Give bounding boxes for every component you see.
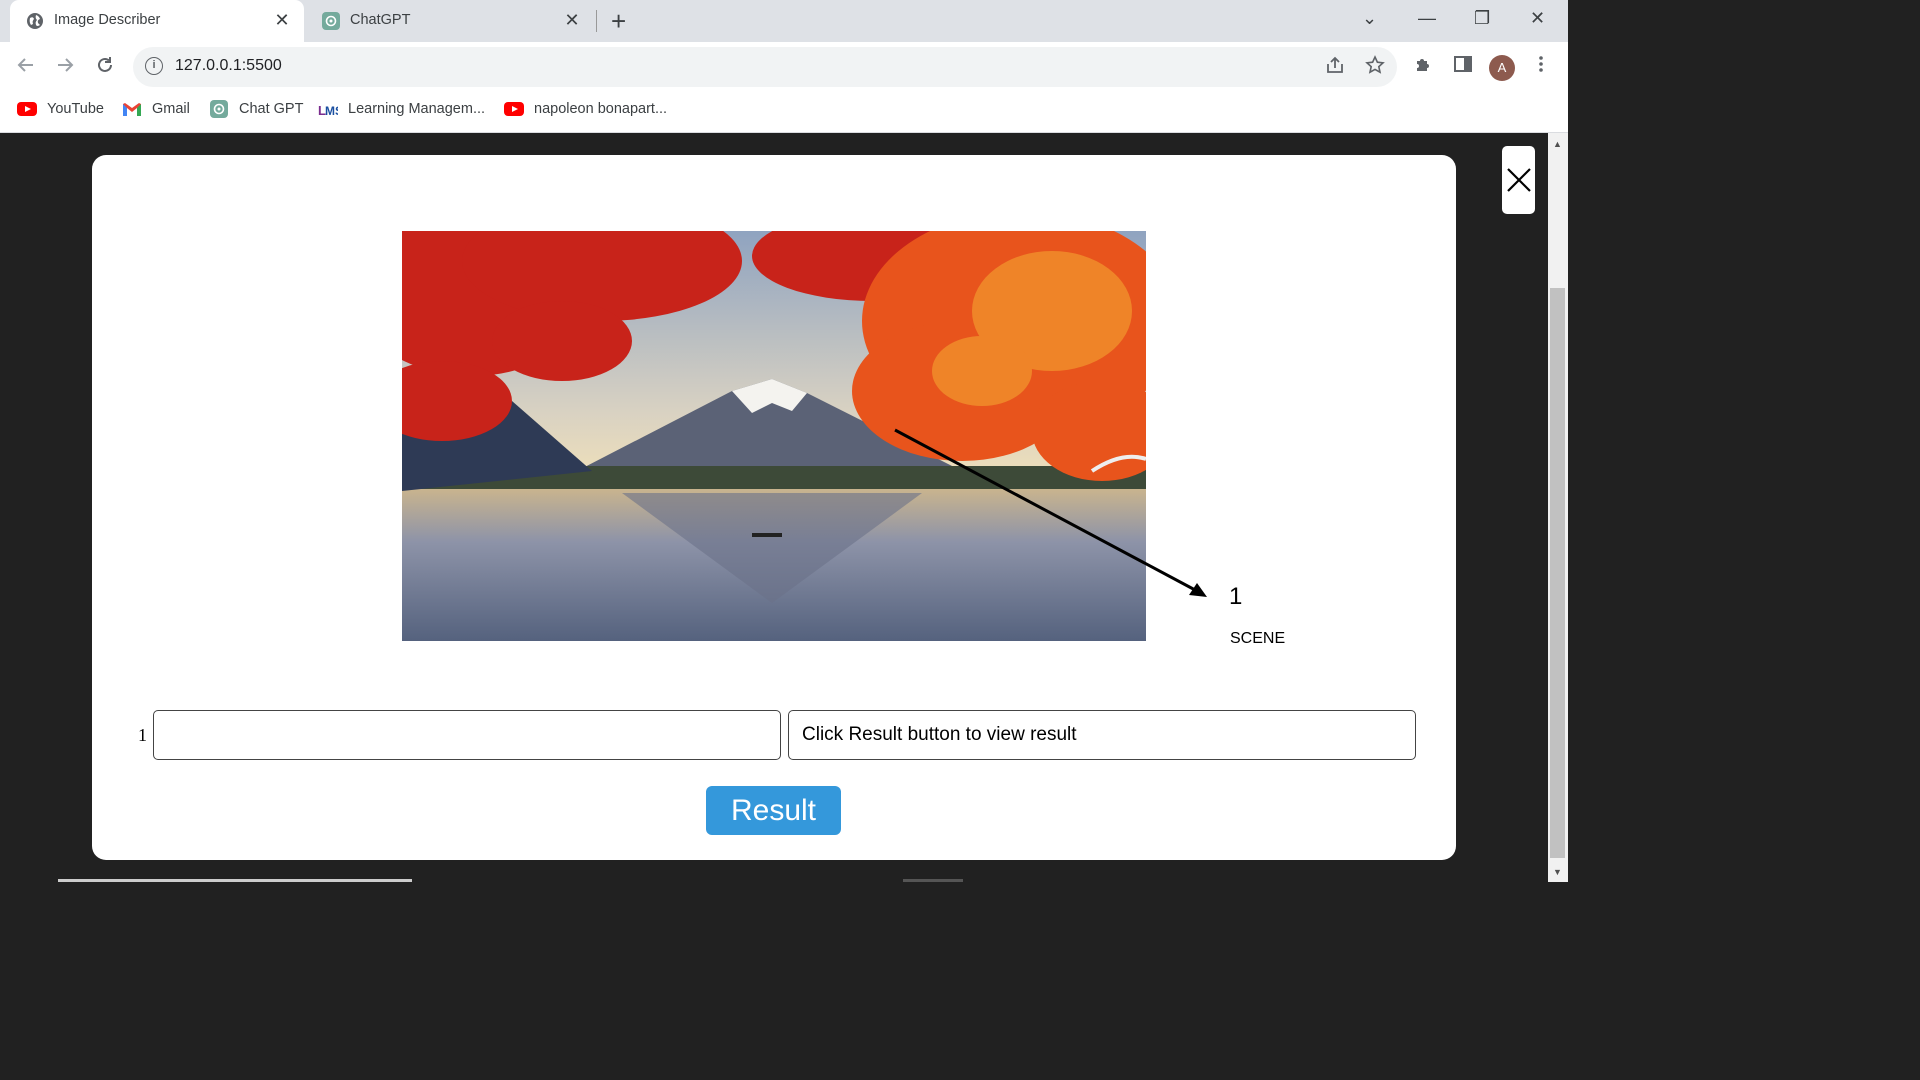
profile-avatar[interactable]: A: [1489, 55, 1515, 81]
bookmark-label: Learning Managem...: [348, 101, 486, 117]
openai-icon: [209, 100, 229, 118]
tab-separator: [596, 10, 597, 32]
new-tab-icon[interactable]: +: [611, 6, 626, 37]
window-close-icon[interactable]: ✕: [1530, 8, 1545, 29]
description-input[interactable]: [153, 710, 781, 760]
close-modal-button[interactable]: [1502, 146, 1535, 214]
gmail-icon: [122, 101, 142, 117]
bookmark-label: Chat GPT: [239, 101, 304, 117]
restore-icon[interactable]: ❐: [1474, 8, 1490, 29]
bookmark-napoleon[interactable]: napoleon bonapart...: [504, 101, 667, 117]
bottom-edge-bar: [58, 879, 412, 882]
browser-toolbar: i 127.0.0.1:5500: [0, 42, 1568, 92]
scroll-down-icon[interactable]: ▼: [1553, 867, 1562, 877]
vertical-scrollbar[interactable]: ▲ ▼: [1548, 133, 1568, 882]
back-arrow-icon[interactable]: [16, 55, 36, 81]
close-tab-icon[interactable]: ✕: [562, 10, 582, 31]
tab-search-chevron-icon[interactable]: ⌄: [1362, 8, 1377, 29]
tab-image-describer[interactable]: Image Describer ✕: [10, 0, 304, 42]
bookmark-youtube[interactable]: YouTube: [17, 101, 104, 117]
marker-label: SCENE: [1230, 630, 1286, 647]
lms-icon: LMS: [318, 101, 338, 118]
url-text[interactable]: 127.0.0.1:5500: [175, 57, 282, 75]
bookmark-chat-gpt[interactable]: Chat GPT: [209, 100, 304, 118]
minimize-icon[interactable]: —: [1418, 8, 1436, 29]
tab-title: Image Describer: [54, 12, 161, 28]
close-tab-icon[interactable]: ✕: [272, 10, 292, 31]
bookmark-label: Gmail: [152, 101, 190, 117]
site-info-icon[interactable]: i: [145, 57, 163, 75]
bookmark-star-icon[interactable]: [1365, 55, 1385, 81]
bookmark-learning-management[interactable]: LMS Learning Managem...: [318, 101, 486, 118]
reload-icon[interactable]: [95, 55, 115, 81]
bottom-edge-marker: [903, 879, 963, 882]
pointer-arrow: [894, 428, 1207, 597]
row-index: 1: [138, 725, 147, 745]
globe-icon: [26, 12, 44, 30]
openai-icon: [322, 12, 340, 30]
bookmark-label: YouTube: [47, 101, 104, 117]
bookmarks-bar: YouTube Gmail Chat GPT LMS Learning Mana…: [0, 92, 1568, 133]
bookmark-gmail[interactable]: Gmail: [122, 101, 190, 117]
marker-number: 1: [1229, 583, 1243, 610]
scroll-up-icon[interactable]: ▲: [1553, 139, 1562, 149]
close-icon: [1506, 168, 1531, 192]
browser-chrome: Image Describer ✕ ChatGPT ✕ + ⌄ — ❐ ✕ i …: [0, 0, 1568, 133]
address-bar[interactable]: i 127.0.0.1:5500: [133, 47, 1397, 87]
youtube-icon: [504, 101, 524, 117]
result-field[interactable]: [788, 710, 1416, 760]
side-panel-icon[interactable]: [1453, 54, 1473, 80]
share-icon[interactable]: [1325, 55, 1345, 81]
svg-text:MS: MS: [325, 104, 338, 118]
extensions-icon[interactable]: [1413, 54, 1433, 80]
bookmark-label: napoleon bonapart...: [534, 101, 668, 117]
forward-arrow-icon[interactable]: [55, 55, 75, 81]
youtube-icon: [17, 101, 37, 117]
image-describer-modal: 1 SCENE 1 Result: [92, 155, 1456, 860]
result-button[interactable]: Result: [706, 786, 841, 835]
tab-chatgpt[interactable]: ChatGPT ✕: [306, 0, 594, 42]
scrollbar-thumb[interactable]: [1550, 288, 1565, 858]
tab-title: ChatGPT: [350, 12, 411, 28]
menu-kebab-icon[interactable]: [1531, 54, 1551, 80]
tab-strip: Image Describer ✕ ChatGPT ✕ + ⌄ — ❐ ✕: [0, 0, 1568, 42]
